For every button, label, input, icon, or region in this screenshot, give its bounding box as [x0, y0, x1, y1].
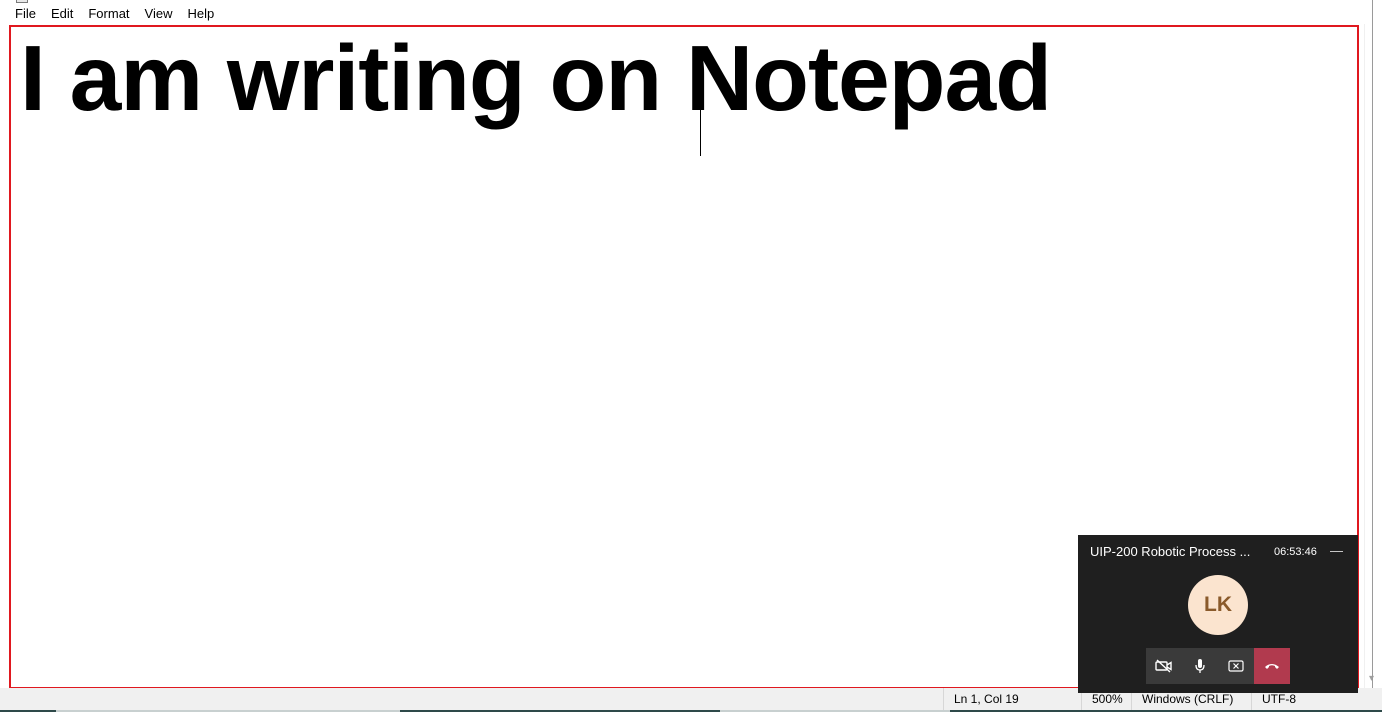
call-title: UIP-200 Robotic Process ...	[1090, 544, 1251, 559]
microphone-icon	[1195, 659, 1205, 673]
status-cursor-position: Ln 1, Col 19	[943, 688, 1082, 710]
call-widget[interactable]: UIP-200 Robotic Process ... 06:53:46 — L…	[1078, 535, 1358, 693]
call-controls	[1146, 648, 1290, 684]
notepad-app-icon	[16, 0, 28, 3]
hang-up-icon	[1265, 664, 1279, 669]
menu-view[interactable]: View	[137, 4, 180, 24]
camera-off-icon	[1155, 659, 1172, 673]
microphone-button[interactable]	[1182, 648, 1218, 684]
call-timer: 06:53:46	[1274, 546, 1317, 558]
hang-up-button[interactable]	[1254, 648, 1290, 684]
avatar: LK	[1188, 575, 1248, 635]
share-screen-icon	[1228, 660, 1244, 672]
camera-off-button[interactable]	[1146, 648, 1182, 684]
menu-edit[interactable]: Edit	[43, 4, 80, 24]
notepad-window: File Edit Format View Help I am writing …	[0, 0, 1382, 712]
menu-format[interactable]: Format	[80, 4, 136, 24]
editor-text[interactable]: I am writing on Notepad	[20, 28, 1052, 128]
menu-help[interactable]: Help	[179, 4, 221, 24]
text-caret	[700, 48, 701, 156]
menu-file[interactable]: File	[0, 4, 43, 24]
window-right-border	[1372, 0, 1373, 712]
vertical-scrollbar[interactable]: ▾	[1364, 24, 1382, 688]
menu-bar: File Edit Format View Help	[0, 4, 1382, 24]
share-screen-button[interactable]	[1218, 648, 1254, 684]
minimize-button[interactable]: —	[1330, 543, 1343, 558]
